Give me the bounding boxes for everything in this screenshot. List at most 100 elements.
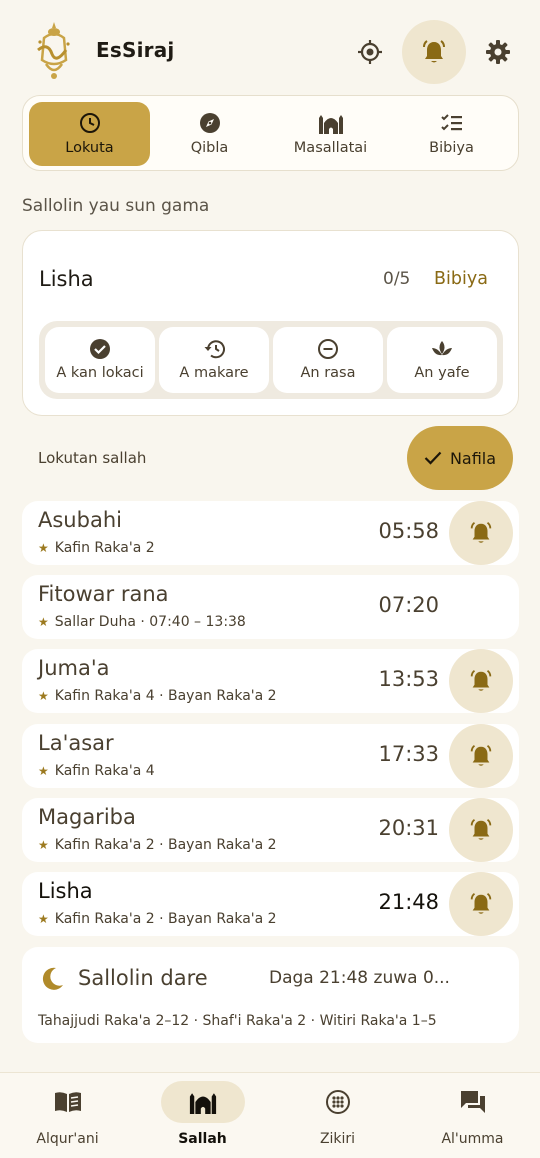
- tab-bibiya[interactable]: Bibiya: [391, 102, 512, 166]
- history-icon: [204, 340, 225, 359]
- prayer-detail: ★ Kafin Raka'a 2 · Bayan Raka'a 2: [38, 837, 277, 853]
- nav-label: Zikiri: [319, 1131, 356, 1147]
- choice-label: An rasa: [300, 365, 356, 381]
- choice-label: A makare: [179, 365, 249, 381]
- prayer-detail: ★ Kafin Raka'a 2: [38, 540, 155, 556]
- moon-icon: [38, 965, 66, 997]
- nav-label: Alqur'ani: [36, 1131, 99, 1147]
- nav-pill: [26, 1081, 110, 1123]
- prayer-time: 20:31: [378, 816, 439, 840]
- prayer-row-laasar[interactable]: La'asar ★ Kafin Raka'a 4 17:33: [22, 724, 519, 788]
- app-title: EsSiraj: [96, 38, 175, 62]
- nav-label: Sallah: [178, 1131, 227, 1147]
- night-prayers-card[interactable]: Sallolin dare Daga 21:48 zuwa 0... Tahaj…: [22, 947, 519, 1043]
- prayer-detail-text: Kafin Raka'a 2 · Bayan Raka'a 2: [54, 837, 277, 853]
- choice-label: A kan lokaci: [56, 365, 144, 381]
- app-logo: [30, 20, 78, 82]
- choice-on-time[interactable]: A kan lokaci: [45, 327, 155, 393]
- prayer-detail: ★ Kafin Raka'a 4 · Bayan Raka'a 2: [38, 688, 277, 704]
- prayer-time: 05:58: [378, 519, 439, 543]
- nav-item-alquran[interactable]: Alqur'ani: [0, 1073, 135, 1158]
- nav-pill: [160, 1081, 245, 1123]
- minus-circle-icon: [318, 339, 338, 359]
- prayer-alarm-button[interactable]: [449, 724, 513, 788]
- compass-icon: [199, 113, 220, 133]
- prayer-row-fitowar-rana[interactable]: Fitowar rana ★ Sallar Duha · 07:40 – 13:3…: [22, 575, 519, 639]
- prayer-detail: ★ Sallar Duha · 07:40 – 13:38: [38, 614, 246, 630]
- beads-icon: [325, 1090, 350, 1114]
- star-icon: ★: [38, 689, 49, 703]
- prayer-detail: ★ Kafin Raka'a 4: [38, 763, 155, 779]
- prayer-name: Fitowar rana: [38, 582, 169, 606]
- bell-ring-icon: [470, 819, 492, 840]
- prayer-detail-text: Kafin Raka'a 2: [54, 540, 155, 556]
- prayer-alarm-button[interactable]: [449, 872, 513, 936]
- tab-masallatai[interactable]: Masallatai: [270, 102, 391, 166]
- tab-label: Masallatai: [293, 140, 368, 156]
- prayer-time: 17:33: [378, 742, 439, 766]
- all-link[interactable]: Bibiya: [434, 269, 488, 289]
- star-icon: ★: [38, 541, 49, 555]
- prayer-name: Juma'a: [38, 656, 110, 680]
- check-icon: [424, 451, 442, 465]
- bell-ring-icon: [470, 745, 492, 766]
- nav-label: Al'umma: [441, 1131, 504, 1147]
- prayer-detail-text: Kafin Raka'a 2 · Bayan Raka'a 2: [54, 911, 277, 927]
- choice-missed[interactable]: An rasa: [273, 327, 383, 393]
- choice-excused[interactable]: An yafe: [387, 327, 497, 393]
- prayer-name: Asubahi: [38, 508, 122, 532]
- prayer-row-jumaa[interactable]: Juma'a ★ Kafin Raka'a 4 · Bayan Raka'a 2 …: [22, 649, 519, 713]
- prayer-alarm-button[interactable]: [449, 798, 513, 862]
- bell-ring-icon: [423, 40, 445, 63]
- current-prayer-name: Lisha: [39, 267, 94, 291]
- tab-label: Qibla: [190, 140, 229, 156]
- tab-lokuta[interactable]: Lokuta: [29, 102, 150, 166]
- night-prayers-title: Sallolin dare: [78, 966, 208, 990]
- status-choice-group: A kan lokaci A makare An rasa An yafe: [39, 321, 503, 399]
- prayer-detail-text: Kafin Raka'a 4 · Bayan Raka'a 2: [54, 688, 277, 704]
- prayer-time: 13:53: [378, 667, 439, 691]
- chat-icon: [460, 1091, 485, 1113]
- prayer-time: 21:48: [378, 890, 439, 914]
- prayer-row-magariba[interactable]: Magariba ★ Kafin Raka'a 2 · Bayan Raka'a …: [22, 798, 519, 862]
- night-prayers-range: Daga 21:48 zuwa 0...: [269, 968, 450, 988]
- star-icon: ★: [38, 615, 49, 629]
- prayer-name: Magariba: [38, 805, 136, 829]
- prayer-detail-text: Sallar Duha · 07:40 – 13:38: [54, 614, 246, 630]
- tab-qibla[interactable]: Qibla: [149, 102, 270, 166]
- clock-icon: [79, 113, 100, 133]
- prayer-row-lisha[interactable]: Lisha ★ Kafin Raka'a 2 · Bayan Raka'a 2 2…: [22, 872, 519, 936]
- star-icon: ★: [38, 764, 49, 778]
- nafila-label: Nafila: [449, 448, 497, 468]
- nav-item-sallah[interactable]: Sallah: [135, 1073, 270, 1158]
- prayer-alarm-button[interactable]: [449, 649, 513, 713]
- choice-label: An yafe: [414, 365, 470, 381]
- prayer-alarm-button[interactable]: [449, 501, 513, 565]
- nafila-button[interactable]: Nafila: [407, 426, 513, 490]
- prayer-name: La'asar: [38, 731, 114, 755]
- gear-icon: [486, 40, 510, 64]
- completed-count: 0/5: [383, 269, 411, 289]
- star-icon: ★: [38, 838, 49, 852]
- bell-ring-icon: [470, 670, 492, 691]
- prayer-detail-text: Kafin Raka'a 4: [54, 763, 155, 779]
- location-button[interactable]: [348, 30, 392, 74]
- settings-button[interactable]: [476, 30, 520, 74]
- bell-ring-icon: [470, 893, 492, 914]
- bell-ring-icon: [470, 522, 492, 543]
- tab-label: Bibiya: [429, 140, 474, 156]
- notifications-button[interactable]: [402, 20, 466, 84]
- choice-late[interactable]: A makare: [159, 327, 269, 393]
- mosque-icon: [318, 115, 343, 134]
- checklist-icon: [440, 114, 462, 131]
- nav-item-alumma[interactable]: Al'umma: [405, 1073, 540, 1158]
- mosque-icon: [189, 1093, 216, 1114]
- prayer-time: 07:20: [378, 593, 439, 617]
- nav-item-zikiri[interactable]: Zikiri: [270, 1073, 405, 1158]
- book-icon: [54, 1092, 81, 1112]
- star-icon: ★: [38, 912, 49, 926]
- tab-label: Lokuta: [65, 140, 114, 156]
- nav-pill: [296, 1081, 380, 1123]
- prayer-row-asubahi[interactable]: Asubahi ★ Kafin Raka'a 2 05:58: [22, 501, 519, 565]
- prayer-name: Lisha: [38, 879, 93, 903]
